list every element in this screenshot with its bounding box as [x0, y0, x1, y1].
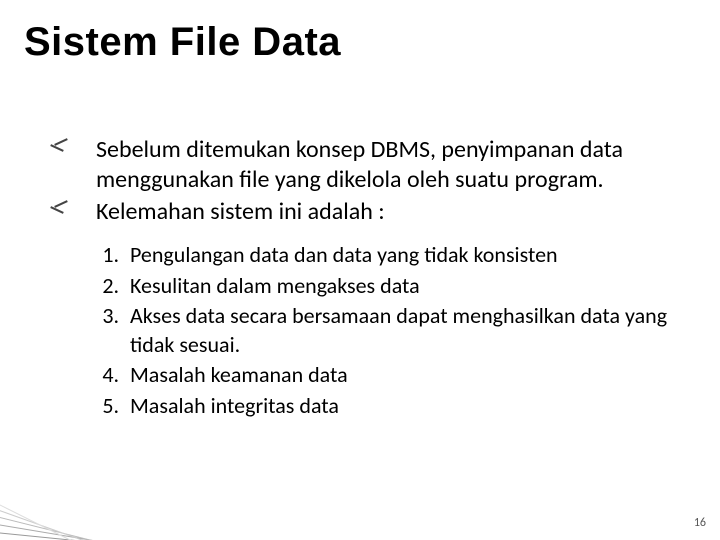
numbered-item: Kesulitan dalam mengakses data [124, 272, 670, 301]
numbered-list: Pengulangan data dan data yang tidak kon… [96, 241, 670, 421]
bullet-item: Kelemahan sistem ini adalah : [50, 197, 670, 227]
numbered-item: Akses data secara bersamaan dapat mengha… [124, 302, 670, 359]
decorative-wedge-icon [0, 430, 210, 540]
numbered-item: Pengulangan data dan data yang tidak kon… [124, 241, 670, 270]
slide: Sistem File Data Sebelum ditemukan konse… [0, 0, 720, 540]
slide-title: Sistem File Data [24, 20, 341, 64]
numbered-item: Masalah keamanan data [124, 361, 670, 390]
bullet-list: Sebelum ditemukan konsep DBMS, penyimpan… [50, 135, 670, 227]
slide-body: Sebelum ditemukan konsep DBMS, penyimpan… [50, 135, 670, 423]
page-number: 16 [694, 516, 706, 530]
numbered-item: Masalah integritas data [124, 392, 670, 421]
bullet-item: Sebelum ditemukan konsep DBMS, penyimpan… [50, 135, 670, 195]
